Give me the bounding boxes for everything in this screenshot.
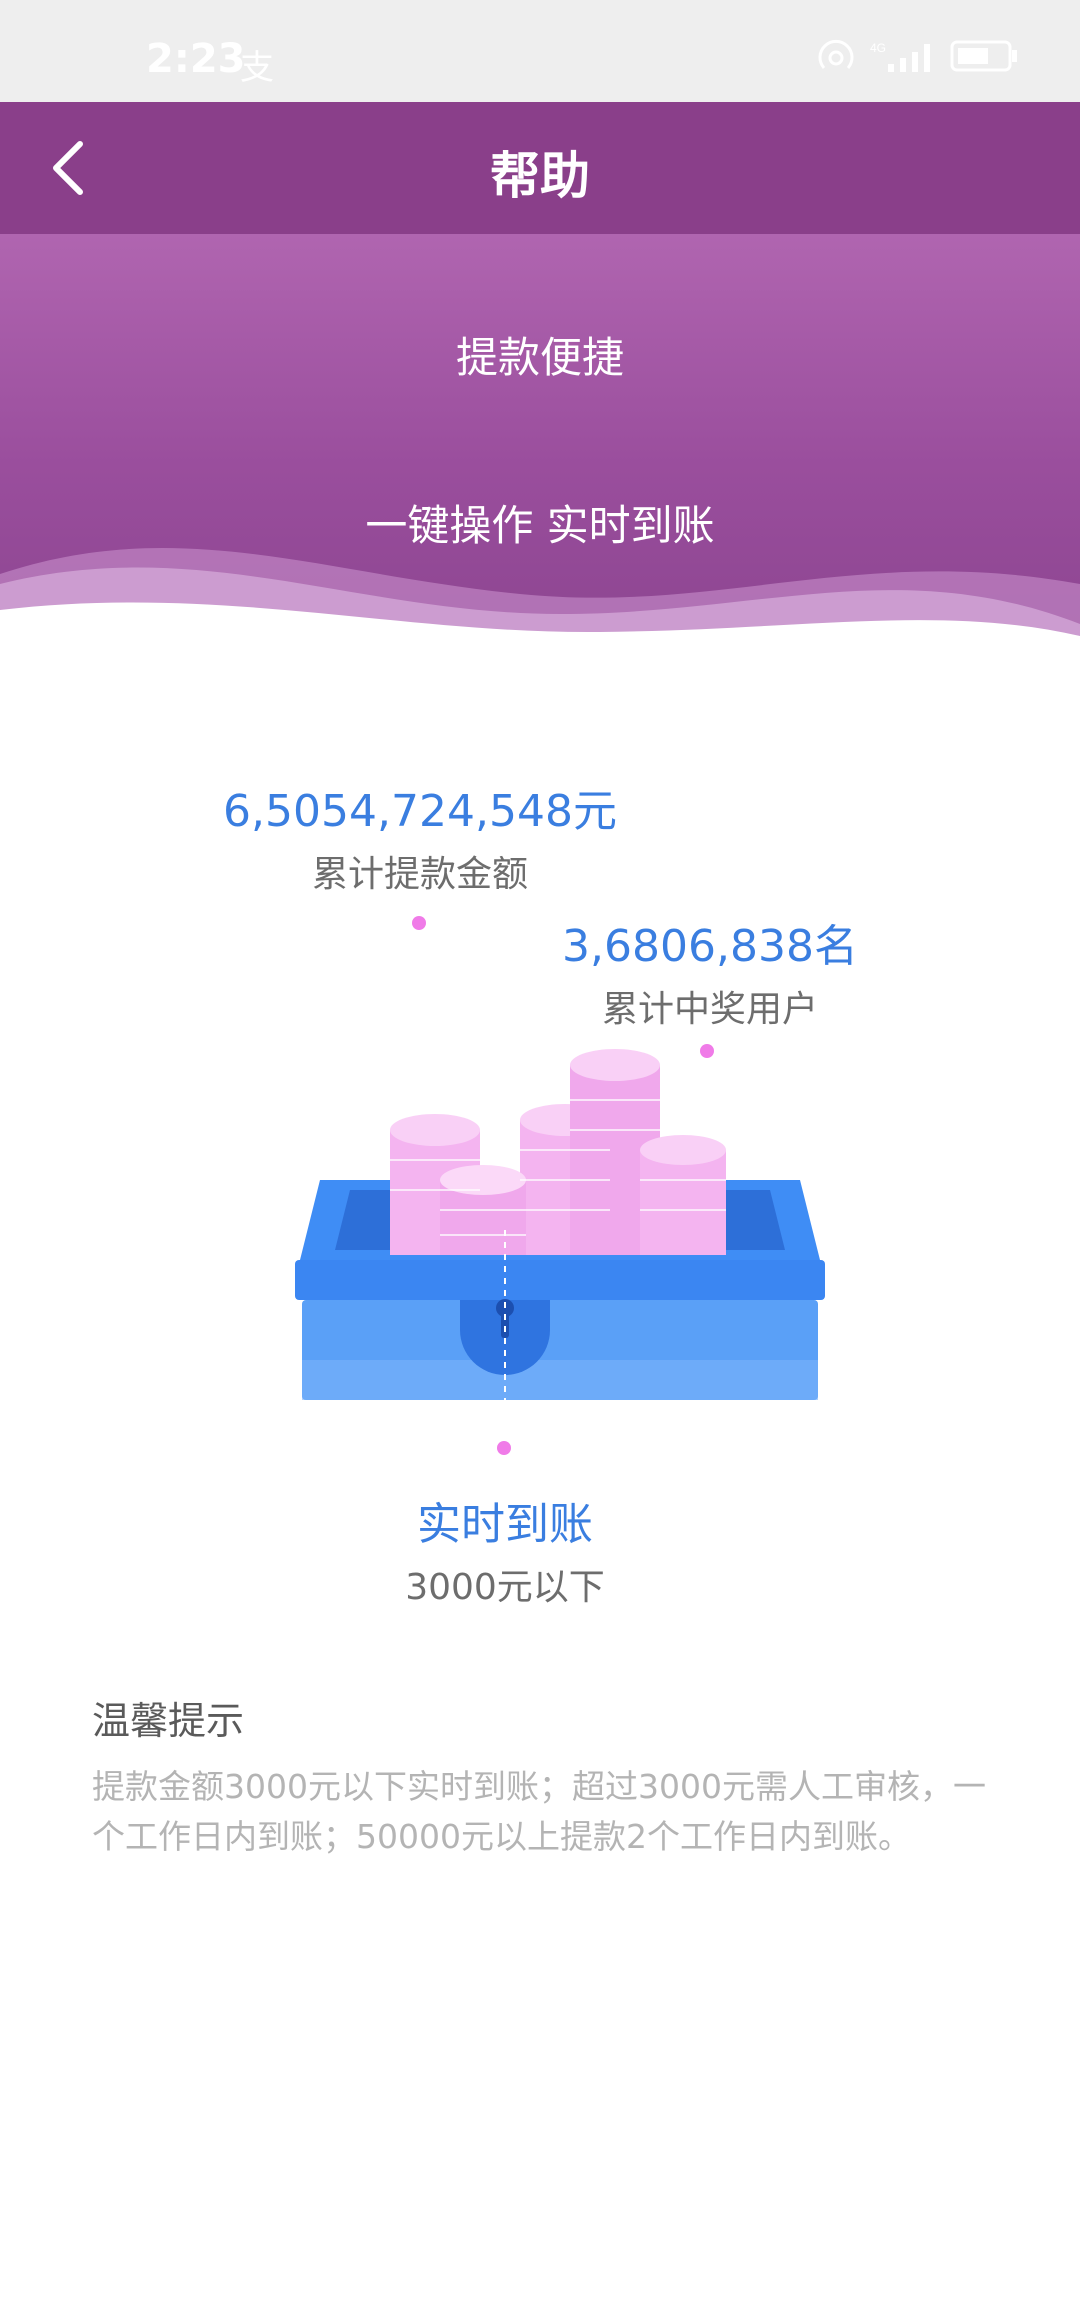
signal-icon: 4G: [870, 41, 930, 72]
status-time: 2:23: [146, 36, 246, 82]
status-bar: 2:23 支 4G: [0, 0, 1080, 102]
hotspot-icon: [818, 39, 854, 69]
treasure-box-illustration: [295, 1049, 825, 1400]
stat-winning-users-value: 3,6806,838名: [562, 921, 858, 972]
tips-body: 提款金额3000元以下实时到账；超过3000元需人工审核，一个工作日内到账；50…: [92, 1767, 986, 1856]
status-icons: 4G: [816, 38, 1020, 74]
coin-stack-icon: [390, 1049, 726, 1255]
banner-wave: [0, 548, 1080, 654]
stat-winning-users: 3,6806,838名 累计中奖用户: [540, 910, 880, 1032]
pointer-dot: [497, 1441, 511, 1455]
banner-title: 提款便捷: [455, 333, 624, 382]
svg-text:4G: 4G: [870, 41, 886, 55]
stat-realtime-label: 3000元以下: [405, 1567, 605, 1608]
banner: 提款便捷 一键操作 实时到账: [0, 234, 1080, 654]
stat-withdraw-total-label: 累计提款金额: [311, 854, 528, 895]
stat-realtime-value: 实时到账: [417, 1499, 593, 1550]
battery-icon: [950, 40, 1017, 72]
alipay-icon: 支: [240, 48, 274, 88]
tips-title: 温馨提示: [92, 1699, 245, 1743]
stat-withdraw-total: 6,5054,724,548元 累计提款金额: [180, 775, 660, 897]
stat-winning-users-label: 累计中奖用户: [601, 989, 818, 1030]
stat-realtime: 实时到账 3000元以下: [300, 1488, 710, 1610]
app-header: 帮助: [0, 102, 1080, 234]
stat-withdraw-total-value: 6,5054,724,548元: [223, 786, 617, 837]
page-title: 帮助: [490, 147, 590, 205]
pointer-dot: [412, 916, 426, 930]
